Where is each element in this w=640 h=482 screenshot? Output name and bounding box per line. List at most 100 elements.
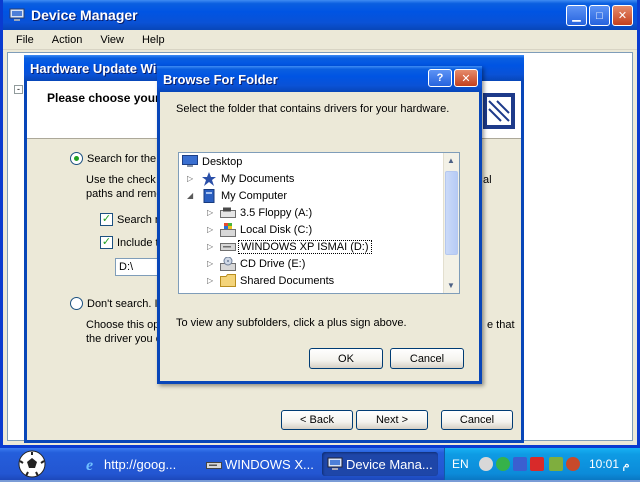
search-option-desc-line2: paths and remo [86, 188, 163, 200]
taskbar-ie-label: http://goog... [104, 456, 177, 472]
collapse-icon[interactable]: ◢ [187, 191, 193, 200]
menu-action[interactable]: Action [43, 34, 92, 46]
menu-help[interactable]: Help [133, 34, 174, 46]
cd-drive-icon [220, 256, 236, 271]
browse-titlebar[interactable]: Browse For Folder ? ✕ [157, 66, 482, 92]
search-option-radio[interactable] [70, 152, 83, 165]
wizard-title: Hardware Update Wi [30, 60, 157, 76]
browse-instruction: Select the folder that contains drivers … [176, 103, 450, 115]
scroll-up-icon[interactable]: ▲ [447, 156, 455, 165]
next-button[interactable]: Next > [356, 410, 428, 430]
tree-label-desktop: Desktop [202, 155, 243, 168]
device-manager-app-icon [9, 8, 25, 22]
taskbar-cd-button[interactable]: WINDOWS X... [201, 452, 313, 476]
tree-label-my-computer: My Computer [221, 189, 288, 202]
my-documents-icon [201, 171, 217, 186]
menu-bar: File Action View Help [3, 30, 637, 50]
expand-icon[interactable]: ▷ [207, 208, 213, 217]
browse-close-button[interactable]: ✕ [454, 69, 478, 87]
help-icon: ? [436, 72, 444, 84]
soccer-ball-icon [18, 450, 46, 478]
tree-item-cd-drive[interactable]: ▷ CD Drive (E:) [179, 255, 443, 272]
menu-view[interactable]: View [91, 34, 133, 46]
minimize-button[interactable]: ▁ [566, 5, 587, 26]
browse-hint: To view any subfolders, click a plus sig… [176, 317, 407, 329]
help-button[interactable]: ? [428, 69, 452, 87]
maximize-icon: □ [596, 9, 603, 22]
tree-item-desktop[interactable]: Desktop [179, 153, 443, 170]
tree-label-local-disk: Local Disk (C:) [240, 223, 313, 236]
start-button[interactable] [12, 449, 48, 479]
tree-label-floppy: 3.5 Floppy (A:) [240, 206, 313, 219]
expand-icon[interactable]: ▷ [207, 276, 213, 285]
desktop-icon [182, 155, 198, 169]
dont-search-desc-line2: the driver you c [86, 333, 162, 345]
folder-tree[interactable]: Desktop ▷ My Documents ◢ My Computer ▷ 3… [178, 152, 460, 294]
close-button[interactable]: ✕ [612, 5, 633, 26]
search-option-desc-line1: Use the check [86, 174, 156, 186]
language-indicator[interactable]: EN [452, 457, 469, 471]
minimize-icon: ▁ [572, 10, 581, 22]
taskbar-ie-button[interactable]: e http://goog... [80, 452, 190, 476]
dont-search-desc-suffix: e that [487, 319, 515, 331]
cd-drive-icon [206, 456, 222, 472]
maximize-button[interactable]: □ [589, 5, 610, 26]
tree-item-shared-documents[interactable]: ▷ Shared Documents [179, 272, 443, 289]
menu-file[interactable]: File [7, 34, 43, 46]
tray-smiley-icon[interactable] [479, 457, 493, 471]
clock[interactable]: 10:01 م [589, 457, 630, 471]
dont-search-option-label: Don't search. I [87, 298, 158, 310]
device-manager-titlebar[interactable]: Device Manager ▁ □ ✕ [3, 0, 637, 30]
device-manager-icon [327, 456, 343, 472]
tree-item-local-disk[interactable]: ▷ Local Disk (C:) [179, 221, 443, 238]
close-icon: ✕ [617, 10, 628, 22]
tree-item-windows-xp-cd[interactable]: ▷ WINDOWS XP ISMAI (D:) [179, 238, 443, 255]
svg-text:e: e [86, 457, 93, 472]
dont-search-desc-line1: Choose this opt [86, 319, 163, 331]
device-manager-title: Device Manager [31, 7, 138, 23]
system-tray: EN 10:01 م [444, 448, 640, 480]
expand-icon[interactable]: ▷ [207, 259, 213, 268]
local-disk-icon [220, 222, 236, 237]
tray-hardware-icon[interactable] [549, 457, 563, 471]
expand-icon[interactable]: ▷ [207, 225, 213, 234]
hardware-icon [479, 87, 517, 133]
floppy-drive-icon [220, 206, 236, 220]
close-icon: ✕ [461, 72, 471, 85]
search-option-label: Search for the b [87, 153, 166, 165]
scroll-down-icon[interactable]: ▼ [447, 281, 455, 290]
wizard-header-text: Please choose your [47, 91, 160, 105]
dont-search-option-radio[interactable] [70, 297, 83, 310]
tree-item-my-computer[interactable]: ◢ My Computer [179, 187, 443, 204]
tree-label-shared-documents: Shared Documents [240, 274, 335, 287]
tray-volume-icon[interactable] [513, 457, 527, 471]
search-option-desc-suffix: al [483, 174, 492, 186]
tree-item-my-documents[interactable]: ▷ My Documents [179, 170, 443, 187]
expand-icon[interactable]: ▷ [187, 174, 193, 183]
collapse-icon[interactable]: - [14, 85, 23, 94]
tray-network-icon[interactable] [496, 457, 510, 471]
my-computer-icon [201, 188, 217, 203]
taskbar-device-manager-button[interactable]: Device Mana... [322, 452, 438, 476]
tray-security-icon[interactable] [530, 457, 544, 471]
include-location-checkbox[interactable]: ✓ [100, 236, 113, 249]
tree-label-windows-xp-cd: WINDOWS XP ISMAI (D:) [238, 239, 372, 254]
ie-icon: e [85, 456, 101, 474]
taskbar-device-manager-label: Device Mana... [346, 456, 433, 472]
cd-drive-icon [220, 240, 236, 254]
scrollbar-thumb[interactable] [445, 171, 458, 255]
wizard-cancel-button[interactable]: Cancel [441, 410, 513, 430]
browse-for-folder-dialog: Browse For Folder ? ✕ Select the folder … [157, 66, 482, 384]
taskbar-cd-label: WINDOWS X... [225, 456, 313, 472]
ok-button[interactable]: OK [309, 348, 383, 369]
tree-scrollbar[interactable]: ▲ ▼ [443, 153, 459, 293]
browse-cancel-button[interactable]: Cancel [390, 348, 464, 369]
tree-item-floppy[interactable]: ▷ 3.5 Floppy (A:) [179, 204, 443, 221]
expand-icon[interactable]: ▷ [207, 242, 213, 251]
back-button[interactable]: < Back [281, 410, 353, 430]
tray-app-icon[interactable] [566, 457, 580, 471]
tree-label-my-documents: My Documents [221, 172, 295, 185]
folder-icon [220, 274, 236, 288]
search-removable-checkbox[interactable]: ✓ [100, 213, 113, 226]
tree-label-cd-drive: CD Drive (E:) [240, 257, 306, 270]
